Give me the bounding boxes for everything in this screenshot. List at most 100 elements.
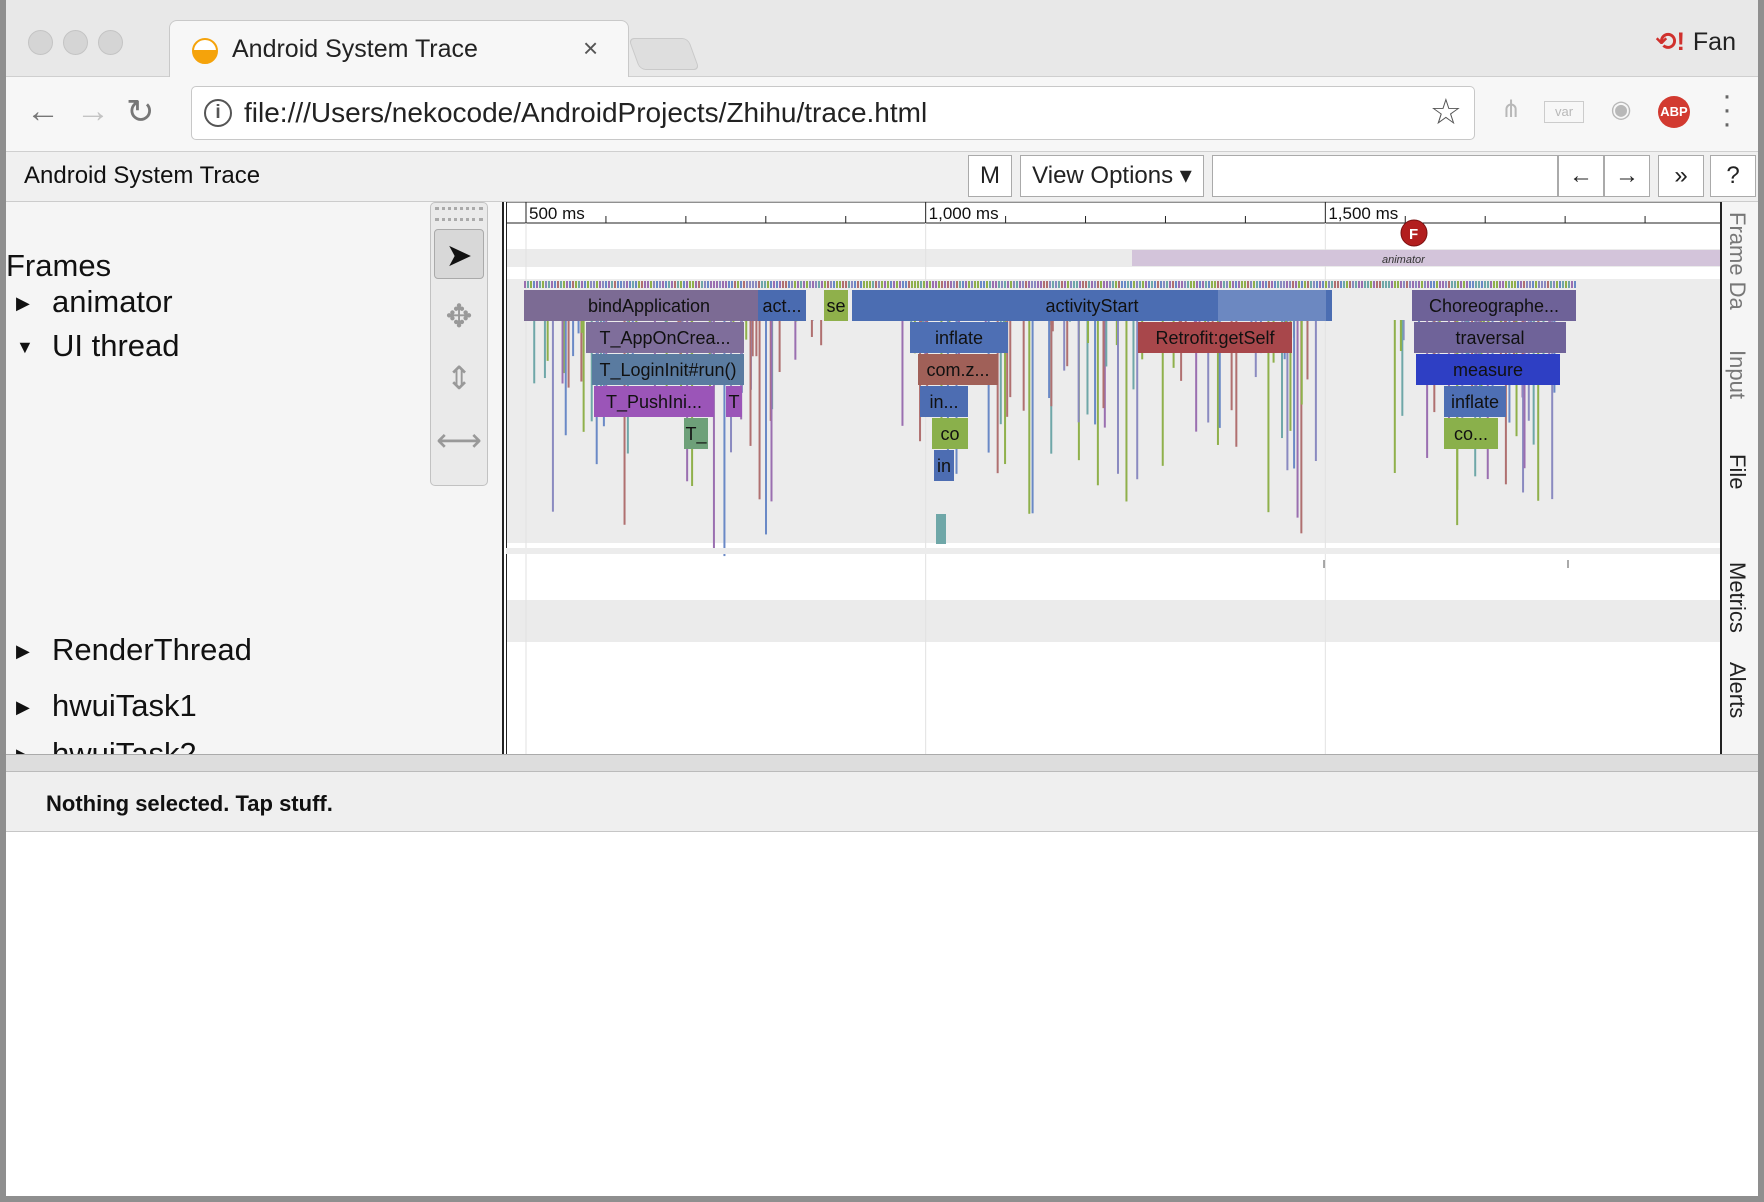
- animator-slice-label: animator: [1382, 254, 1426, 266]
- side-tab-frame-data[interactable]: Frame Da: [1724, 212, 1750, 310]
- activity-tick: [1148, 281, 1150, 288]
- trace-slice[interactable]: [936, 514, 946, 544]
- info-icon[interactable]: i: [204, 99, 232, 127]
- activity-tick: [1079, 281, 1081, 288]
- track-label: animator: [52, 284, 173, 319]
- expand-arrow-icon[interactable]: ▶: [16, 697, 38, 718]
- activity-tick: [1505, 281, 1507, 288]
- track-renderthread[interactable]: ▶ RenderThread: [16, 632, 252, 668]
- activity-tick: [800, 281, 802, 288]
- pan-tool-icon[interactable]: ✥: [434, 291, 484, 341]
- forward-arrow-icon[interactable]: →: [76, 92, 110, 131]
- metadata-button[interactable]: M: [968, 155, 1012, 197]
- address-bar[interactable]: i file:///Users/nekocode/AndroidProjects…: [191, 86, 1475, 140]
- activity-tick: [881, 281, 883, 288]
- trace-slice-label: se: [826, 296, 845, 316]
- bookmark-star-icon[interactable]: ☆: [1430, 91, 1462, 133]
- expand-arrow-icon[interactable]: ▶: [16, 293, 38, 314]
- new-tab-button[interactable]: [628, 38, 700, 70]
- expand-arrow-icon[interactable]: ▶: [16, 641, 38, 662]
- zoom-tool-icon[interactable]: ⇕: [434, 353, 484, 403]
- find-prev-button[interactable]: ←: [1558, 155, 1604, 197]
- browser-menu-icon[interactable]: · · ·: [1722, 81, 1732, 139]
- activity-tick: [1367, 281, 1369, 288]
- activity-tick: [665, 281, 667, 288]
- drag-grip-icon[interactable]: [435, 207, 483, 221]
- minimize-window-button[interactable]: [63, 30, 88, 55]
- var-icon[interactable]: var: [1544, 101, 1584, 123]
- side-tab-file[interactable]: File: [1724, 454, 1750, 489]
- track-animator[interactable]: ▶ animator: [16, 284, 173, 320]
- panel-splitter[interactable]: [6, 754, 1758, 772]
- tab-close-icon[interactable]: ×: [583, 33, 598, 64]
- adblock-plus-icon[interactable]: ABP: [1658, 96, 1690, 128]
- activity-tick: [785, 281, 787, 288]
- timing-tool-icon[interactable]: ⟷: [434, 415, 484, 465]
- activity-tick: [743, 281, 745, 288]
- activity-tick: [1046, 281, 1048, 288]
- side-tab-metrics[interactable]: Metrics: [1724, 562, 1750, 633]
- activity-tick: [1397, 281, 1399, 288]
- activity-tick: [1157, 281, 1159, 288]
- browser-tab[interactable]: Android System Trace ×: [169, 20, 629, 78]
- activity-tick: [1562, 281, 1564, 288]
- sitemap-icon[interactable]: ⋔: [1496, 95, 1526, 129]
- activity-tick: [1379, 281, 1381, 288]
- activity-tick: [1019, 281, 1021, 288]
- activity-tick: [1004, 281, 1006, 288]
- activity-tick: [1223, 281, 1225, 288]
- activity-tick: [1535, 281, 1537, 288]
- timeline-canvas[interactable]: 500 ms1,000 ms1,500 ms2,000 msanimatorFb…: [506, 202, 1720, 754]
- zoom-window-button[interactable]: [98, 30, 123, 55]
- activity-tick: [1460, 281, 1462, 288]
- activity-tick: [536, 281, 538, 288]
- activity-tick: [851, 281, 853, 288]
- back-arrow-icon[interactable]: ←: [26, 92, 60, 131]
- analysis-panel: Nothing selected. Tap stuff.: [6, 772, 1758, 832]
- find-next-button[interactable]: →: [1604, 155, 1650, 197]
- timeline-viewport[interactable]: 500 ms1,000 ms1,500 ms2,000 msanimatorFb…: [506, 202, 1720, 754]
- camera-icon[interactable]: ◉: [1604, 95, 1638, 129]
- activity-tick: [1262, 281, 1264, 288]
- activity-tick: [1199, 281, 1201, 288]
- close-window-button[interactable]: [28, 30, 53, 55]
- trace-slice-label: activityStart: [1045, 296, 1138, 316]
- track-frames-label: Frames: [6, 248, 112, 283]
- reload-icon[interactable]: ↻: [126, 92, 155, 132]
- activity-tick: [872, 281, 874, 288]
- expand-arrow-icon[interactable]: ▶: [16, 745, 38, 754]
- mouse-mode-selector[interactable]: ➤ ✥ ⇕ ⟷: [430, 202, 488, 486]
- activity-tick: [1553, 281, 1555, 288]
- activity-tick: [692, 281, 694, 288]
- trace-slice-label: Retrofit:getSelf: [1155, 328, 1275, 348]
- help-button[interactable]: ?: [1710, 155, 1756, 197]
- track-hwuitask2[interactable]: ▶ hwuiTask2: [16, 736, 197, 754]
- track-hwuitask1[interactable]: ▶ hwuiTask1: [16, 688, 197, 724]
- activity-tick: [1430, 281, 1432, 288]
- activity-tick: [1190, 281, 1192, 288]
- more-button[interactable]: »: [1658, 155, 1704, 197]
- activity-tick: [1484, 281, 1486, 288]
- track-ui-thread[interactable]: ▼ UI thread: [16, 328, 180, 364]
- activity-tick: [1106, 281, 1108, 288]
- activity-tick: [1082, 281, 1084, 288]
- profile-button[interactable]: ⟲! Fan: [1656, 27, 1736, 57]
- trace-slice-label: T: [729, 392, 740, 412]
- collapse-arrow-icon[interactable]: ▼: [16, 337, 38, 358]
- view-options-button[interactable]: View Options ▾: [1020, 155, 1204, 197]
- activity-tick: [959, 281, 961, 288]
- find-input[interactable]: [1212, 155, 1558, 197]
- activity-tick: [923, 281, 925, 288]
- url-text[interactable]: file:///Users/nekocode/AndroidProjects/Z…: [244, 97, 927, 129]
- activity-tick: [656, 281, 658, 288]
- activity-tick: [1112, 281, 1114, 288]
- selection-tool-icon[interactable]: ➤: [434, 229, 484, 279]
- side-tab-input[interactable]: Input: [1724, 350, 1750, 399]
- activity-tick: [788, 281, 790, 288]
- activity-tick: [1100, 281, 1102, 288]
- activity-tick: [1475, 281, 1477, 288]
- side-tab-alerts[interactable]: Alerts: [1724, 662, 1750, 718]
- animator-slice[interactable]: [1132, 250, 1720, 266]
- activity-tick: [1415, 281, 1417, 288]
- activity-tick: [638, 281, 640, 288]
